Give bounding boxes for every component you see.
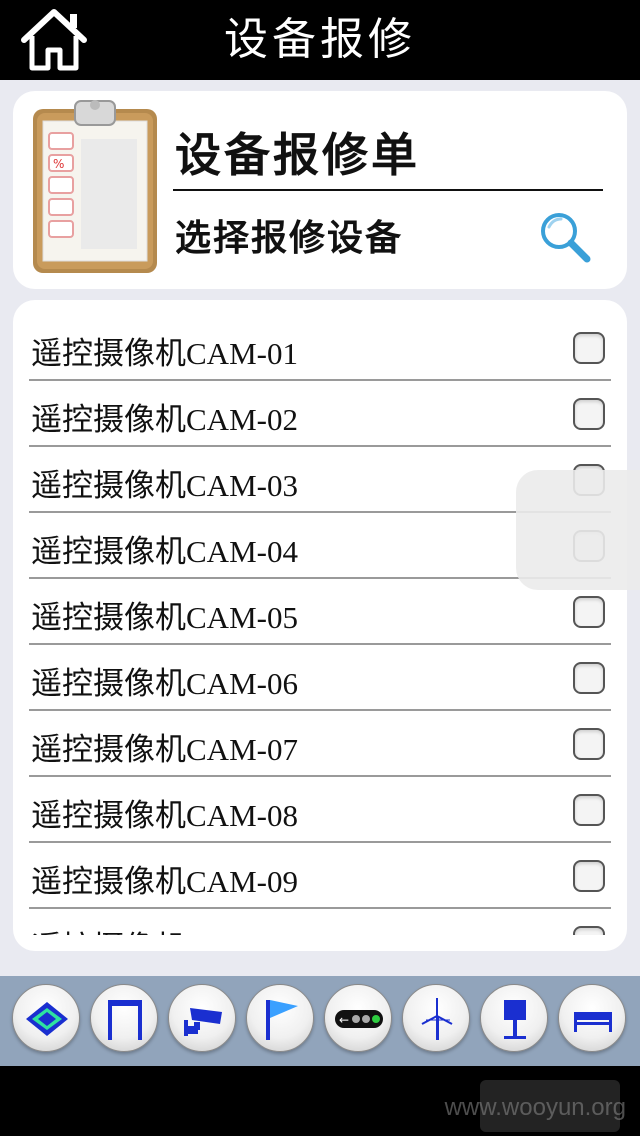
device-list-item[interactable]: 遥控摄像机CAM-09 — [29, 843, 611, 909]
search-button[interactable] — [537, 209, 593, 265]
traffic-light-button[interactable]: ← — [324, 984, 392, 1052]
device-checkbox[interactable] — [573, 860, 605, 892]
device-checkbox[interactable] — [573, 728, 605, 760]
sign-post-button[interactable] — [480, 984, 548, 1052]
sign-post-icon — [504, 1000, 526, 1039]
device-label: 遥控摄像机CAM-03 — [31, 468, 298, 503]
camera-button[interactable] — [168, 984, 236, 1052]
barrier-icon — [574, 1012, 612, 1032]
svg-text:←: ← — [339, 1013, 349, 1027]
select-device-label: 选择报修设备 — [175, 218, 404, 259]
device-label: 遥控摄像机CAM-09 — [31, 864, 298, 899]
device-label: 遥控摄像机CAM-04 — [31, 534, 298, 569]
device-checkbox[interactable] — [573, 794, 605, 826]
repair-form-card: % 设备报修单 选择报修设备 — [13, 91, 627, 289]
device-label: 遥控摄像机CAM-08 — [31, 798, 298, 833]
device-label: 遥控摄像机CAM-01 — [31, 336, 298, 371]
form-title: 设备报修单 — [175, 128, 420, 182]
device-list-item[interactable]: 遥控摄像机CAM-07 — [29, 711, 611, 777]
device-list-item[interactable]: 遥控摄像机CAM-10 — [29, 909, 611, 935]
layers-button[interactable] — [12, 984, 80, 1052]
device-checkbox[interactable] — [573, 662, 605, 694]
form-divider — [173, 189, 603, 191]
traffic-light-icon: ← — [335, 1010, 383, 1028]
watermark-text: www.wooyun.org — [444, 1094, 626, 1121]
device-list-item[interactable]: 遥控摄像机CAM-06 — [29, 645, 611, 711]
wind-turbine-icon — [421, 998, 453, 1040]
device-label: 遥控摄像机CAM-02 — [31, 402, 298, 437]
device-label: 遥控摄像机CAM-06 — [31, 666, 298, 701]
flag-button[interactable] — [246, 984, 314, 1052]
device-label: 遥控摄像机CAM-07 — [31, 732, 298, 767]
assistive-touch-button[interactable] — [516, 470, 640, 590]
door-frame-icon — [108, 1000, 142, 1040]
svg-text:%: % — [53, 157, 64, 171]
wind-turbine-button[interactable] — [402, 984, 470, 1052]
barrier-button[interactable] — [558, 984, 626, 1052]
bottom-toolbar: ← — [0, 976, 640, 1066]
device-checkbox[interactable] — [573, 596, 605, 628]
device-label: 遥控摄像机CAM-10 — [31, 922, 298, 935]
device-list-card: 遥控摄像机CAM-01 遥控摄像机CAM-02 遥控摄像机CAM-03 遥控摄像机CA… — [13, 300, 627, 951]
search-icon — [541, 213, 591, 263]
layers-icon — [26, 1002, 68, 1036]
device-checkbox[interactable] — [573, 398, 605, 430]
device-checkbox[interactable] — [573, 926, 605, 935]
device-list[interactable]: 遥控摄像机CAM-01 遥控摄像机CAM-02 遥控摄像机CAM-03 遥控摄像机CA… — [13, 315, 627, 935]
top-bar: 设备报修 — [0, 0, 640, 80]
door-frame-button[interactable] — [90, 984, 158, 1052]
camera-icon — [184, 1008, 222, 1036]
device-label: 遥控摄像机CAM-05 — [31, 600, 298, 635]
device-list-item[interactable]: 遥控摄像机CAM-01 — [29, 315, 611, 381]
device-list-item[interactable]: 遥控摄像机CAM-02 — [29, 381, 611, 447]
device-checkbox[interactable] — [573, 332, 605, 364]
clipboard-icon: % — [33, 100, 157, 273]
page-title: 设备报修 — [224, 14, 416, 65]
flag-icon — [266, 1000, 298, 1040]
device-list-item[interactable]: 遥控摄像机CAM-05 — [29, 579, 611, 645]
device-list-item[interactable]: 遥控摄像机CAM-08 — [29, 777, 611, 843]
